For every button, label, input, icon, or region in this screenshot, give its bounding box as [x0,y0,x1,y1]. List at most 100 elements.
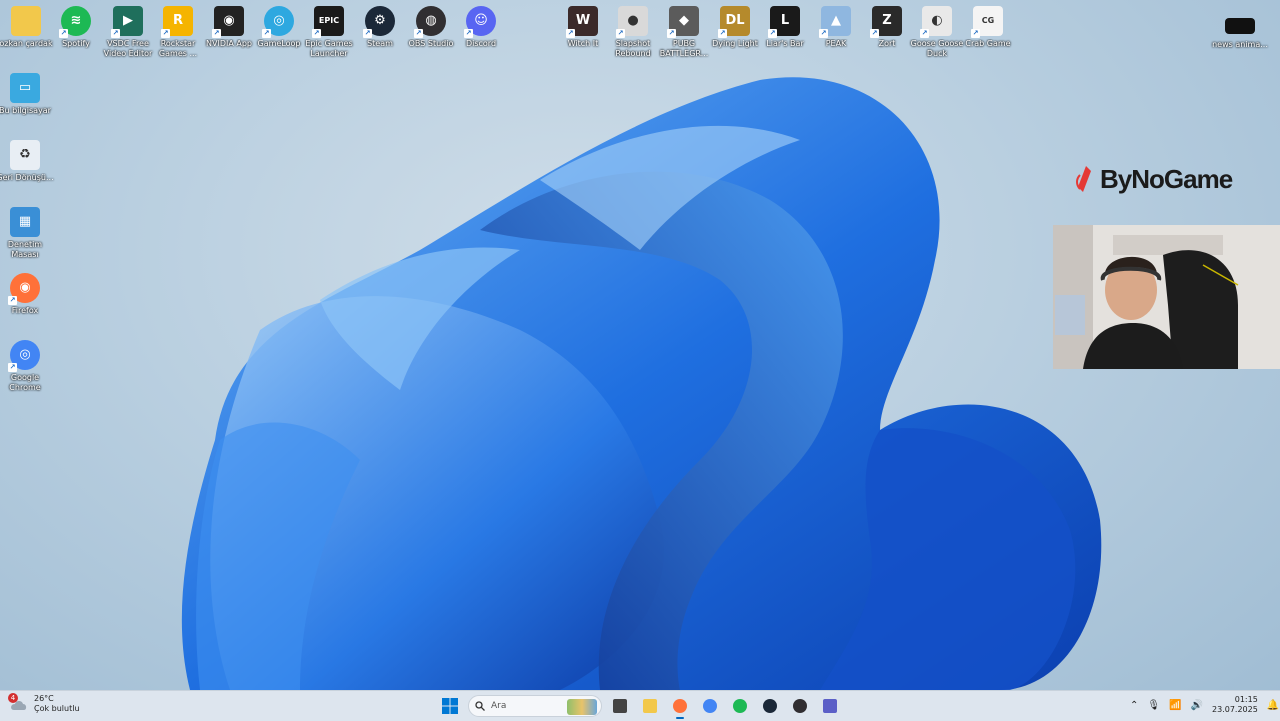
desktop-icon-label: Crab Game [965,39,1011,48]
clock[interactable]: 01:15 23.07.2025 [1212,695,1258,715]
desktop-icon-chrome[interactable]: ◎ ↗ Google Chrome [0,340,56,393]
taskbar-task-view-button[interactable] [608,695,632,717]
shortcut-arrow-icon: ↗ [161,29,170,38]
desktop-icon-news-animation[interactable]: news anima... [1209,10,1271,50]
file-explorer-icon [643,699,657,713]
microphone-icon[interactable]: 🎙 [1147,700,1160,711]
steam-icon [763,699,777,713]
taskbar-obs-button[interactable] [788,695,812,717]
shortcut-arrow-icon: ↗ [464,29,473,38]
webcam-overlay [1053,225,1280,369]
desktop-icon-discord[interactable]: ☺ ↗ Discord [450,6,512,49]
cloud-icon: 4 [8,693,28,711]
witch-it-icon: W ↗ [566,6,598,38]
search-icon [475,701,485,711]
steam-icon: ⚙ ↗ [363,6,395,38]
shortcut-arrow-icon: ↗ [971,29,980,38]
this-pc-icon: ▭ [10,73,40,103]
shortcut-arrow-icon: ↗ [616,29,625,38]
weather-widget[interactable]: 4 26°C Çok bulutlu [8,693,80,714]
shortcut-arrow-icon: ↗ [920,29,929,38]
folder-icon [11,6,41,36]
shortcut-arrow-icon: ↗ [870,29,879,38]
desktop-icon-label: Firefox [11,306,39,315]
firefox-icon: ◉ ↗ [8,273,40,305]
obs-icon: ◍ ↗ [414,6,446,38]
webcam-feed [1053,225,1280,369]
desktop-icon-label: Denetim Masası [7,240,43,259]
taskbar-chrome-button[interactable] [698,695,722,717]
nvidia-icon: ◉ ↗ [212,6,244,38]
desktop-icon-label: news anima... [1212,40,1268,49]
liars-bar-icon: L ↗ [768,6,800,38]
system-tray: ⌃ 🎙 📶 🔊 01:15 23.07.2025 🔔 [1130,695,1279,715]
clock-time: 01:15 [1234,695,1258,704]
desktop-icon-label: Geri Dönüşü... [0,173,54,182]
dying-light-icon: DL ↗ [718,6,750,38]
shortcut-arrow-icon: ↗ [59,29,68,38]
clock-date: 23.07.2025 [1212,705,1258,714]
weather-temperature: 26°C [34,694,54,703]
brand-text: ByNoGame [1100,164,1233,194]
windows-logo-icon [442,698,458,714]
notification-badge: 4 [8,693,18,703]
notification-bell-icon[interactable]: 🔔 [1267,700,1279,711]
shortcut-arrow-icon: ↗ [414,29,423,38]
desktop-icon-this-pc[interactable]: ▭ Bu bilgisayar [0,73,56,116]
discord-icon: ☺ ↗ [464,6,496,38]
shortcut-arrow-icon: ↗ [8,296,17,305]
shortcut-arrow-icon: ↗ [262,29,271,38]
weather-description: Çok bulutlu [34,704,80,713]
start-button[interactable] [438,695,462,717]
gameloop-icon: ◎ ↗ [262,6,294,38]
epic-games-icon: EPIC ↗ [312,6,344,38]
shortcut-arrow-icon: ↗ [768,29,777,38]
taskbar-spotify-button[interactable] [728,695,752,717]
taskbar-firefox-button[interactable] [668,695,692,719]
video-file-icon [1225,18,1255,34]
chevron-up-icon[interactable]: ⌃ [1130,700,1138,711]
shortcut-arrow-icon: ↗ [111,29,120,38]
shortcut-arrow-icon: ↗ [566,29,575,38]
shortcut-arrow-icon: ↗ [667,29,676,38]
pubg-icon: ◆ ↗ [667,6,699,38]
taskbar-search[interactable]: Ara [468,695,602,717]
desktop-icon-control-panel[interactable]: ▦ Denetim Masası [0,207,56,260]
chrome-icon: ◎ ↗ [8,340,40,372]
spotify-icon: ≋ ↗ [59,6,91,38]
peak-icon: ▲ ↗ [819,6,851,38]
desktop-icon-label: Bu bilgisayar [0,106,51,115]
desktop-icon-crab-game[interactable]: CG ↗ Crab Game [957,6,1019,49]
chrome-icon [703,699,717,713]
firefox-icon [673,699,687,713]
taskbar-teams-button[interactable] [818,695,842,717]
wifi-icon[interactable]: 📶 [1169,700,1181,711]
spotify-icon [733,699,747,713]
task-view-icon [613,699,627,713]
shortcut-arrow-icon: ↗ [312,29,321,38]
search-placeholder: Ara [491,701,507,711]
vsdc-icon: ▶ ↗ [111,6,143,38]
slapshot-icon: ● ↗ [616,6,648,38]
taskbar: 4 26°C Çok bulutlu Ara ⌃ 🎙 📶 🔊 01:15 23.… [0,690,1280,721]
desktop-icon-firefox[interactable]: ◉ ↗ Firefox [0,273,56,316]
recycle-bin-icon: ♻ [10,140,40,170]
control-panel-icon: ▦ [10,207,40,237]
bynogame-logo: ByNoGame [1074,164,1233,195]
shortcut-arrow-icon: ↗ [718,29,727,38]
taskbar-file-explorer-button[interactable] [638,695,662,717]
rockstar-icon: R ↗ [161,6,193,38]
shortcut-arrow-icon: ↗ [8,363,17,372]
search-highlight-icon [567,699,597,715]
taskbar-steam-button[interactable] [758,695,782,717]
shortcut-arrow-icon: ↗ [819,29,828,38]
teams-icon [823,699,837,713]
zort-icon: Z ↗ [870,6,902,38]
volume-icon[interactable]: 🔊 [1191,700,1203,711]
shortcut-arrow-icon: ↗ [363,29,372,38]
desktop-icon-recycle-bin[interactable]: ♻ Geri Dönüşü... [0,140,56,183]
shortcut-arrow-icon: ↗ [212,29,221,38]
bynogame-mark-icon [1076,165,1091,192]
desktop-icon-label: Discord [465,39,497,48]
desktop-icon-label: Google Chrome [9,373,41,392]
